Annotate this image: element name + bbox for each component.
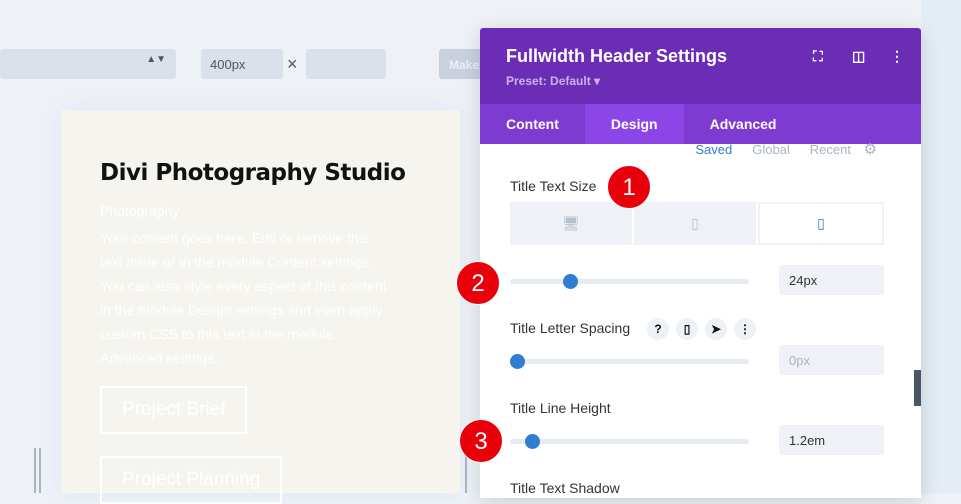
more-icon[interactable]: ⋮ [734, 318, 756, 340]
divider [34, 448, 36, 493]
height-input[interactable] [306, 49, 386, 79]
background-right [921, 0, 961, 493]
panel-header: Fullwidth Header Settings Preset: Defaul… [480, 28, 921, 104]
fullscreen-icon[interactable]: ⛶ [813, 48, 823, 65]
scrollbar[interactable] [914, 370, 921, 406]
divider [39, 448, 41, 493]
title-text-size-slider[interactable] [510, 274, 749, 289]
device-tabs: 🖥 ▯ ▯ [510, 202, 884, 245]
preview-subtitle: Photography [100, 203, 180, 219]
slider-handle[interactable] [510, 354, 526, 369]
tab-advanced[interactable]: Advanced [684, 104, 803, 144]
tablet-icon[interactable]: ▯ [634, 202, 756, 245]
cursor-icon[interactable]: ➤ [705, 318, 727, 340]
phone-icon[interactable]: ▯ [758, 202, 884, 245]
title-letter-spacing-input[interactable]: 0px [779, 345, 884, 375]
title-line-height-label: Title Line Height [510, 400, 611, 416]
preset-dropdown[interactable]: Preset: Default ▾ [506, 74, 600, 88]
title-line-height-slider[interactable] [510, 434, 749, 449]
preset-global[interactable]: Global [752, 142, 790, 157]
title-text-shadow-label: Title Text Shadow [510, 480, 620, 496]
settings-panel: Fullwidth Header Settings Preset: Defaul… [480, 28, 921, 498]
title-letter-spacing-slider[interactable] [510, 354, 749, 369]
tab-content[interactable]: Content [480, 104, 585, 144]
title-text-size-input[interactable]: 24px [779, 265, 884, 295]
step-badge-1: 1 [607, 165, 651, 209]
preset-filter: Saved Global Recent [695, 142, 851, 157]
title-line-height-input[interactable]: 1.2em [779, 425, 884, 455]
split-view-icon[interactable]: ◫ [852, 48, 865, 65]
tab-design[interactable]: Design [584, 104, 684, 144]
more-options-icon[interactable]: ⋮ [890, 48, 904, 65]
preset-recent[interactable]: Recent [810, 142, 851, 157]
desktop-icon[interactable]: 🖥 [510, 202, 632, 245]
gear-icon[interactable]: ⚙ [864, 140, 877, 158]
header-preview-card: Divi Photography Studio Photography Your… [61, 110, 460, 504]
panel-title: Fullwidth Header Settings [506, 46, 728, 66]
times-icon: × [287, 54, 298, 74]
project-brief-button[interactable]: Project Brief [100, 386, 248, 434]
width-input[interactable]: 400px [201, 49, 283, 79]
select-arrows-icon: ▲▼ [146, 54, 166, 65]
phone-icon[interactable]: ▯ [676, 318, 698, 340]
step-badge-3: 3 [459, 419, 503, 463]
preview-title: Divi Photography Studio [100, 160, 406, 186]
slider-handle[interactable] [562, 274, 578, 289]
title-letter-spacing-label: Title Letter Spacing [510, 320, 631, 336]
project-planning-button[interactable]: Project Planning [100, 456, 283, 504]
step-badge-2: 2 [456, 261, 500, 305]
preview-body: Your content goes here. Edit or remove t… [100, 230, 387, 366]
panel-tabs: Content Design Advanced [480, 104, 921, 144]
slider-handle[interactable] [524, 434, 540, 449]
preview-size-select[interactable]: ▲▼ [0, 49, 176, 79]
help-icon[interactable]: ? [647, 318, 669, 340]
preset-saved[interactable]: Saved [695, 142, 732, 157]
title-text-size-label: Title Text Size [510, 178, 597, 194]
